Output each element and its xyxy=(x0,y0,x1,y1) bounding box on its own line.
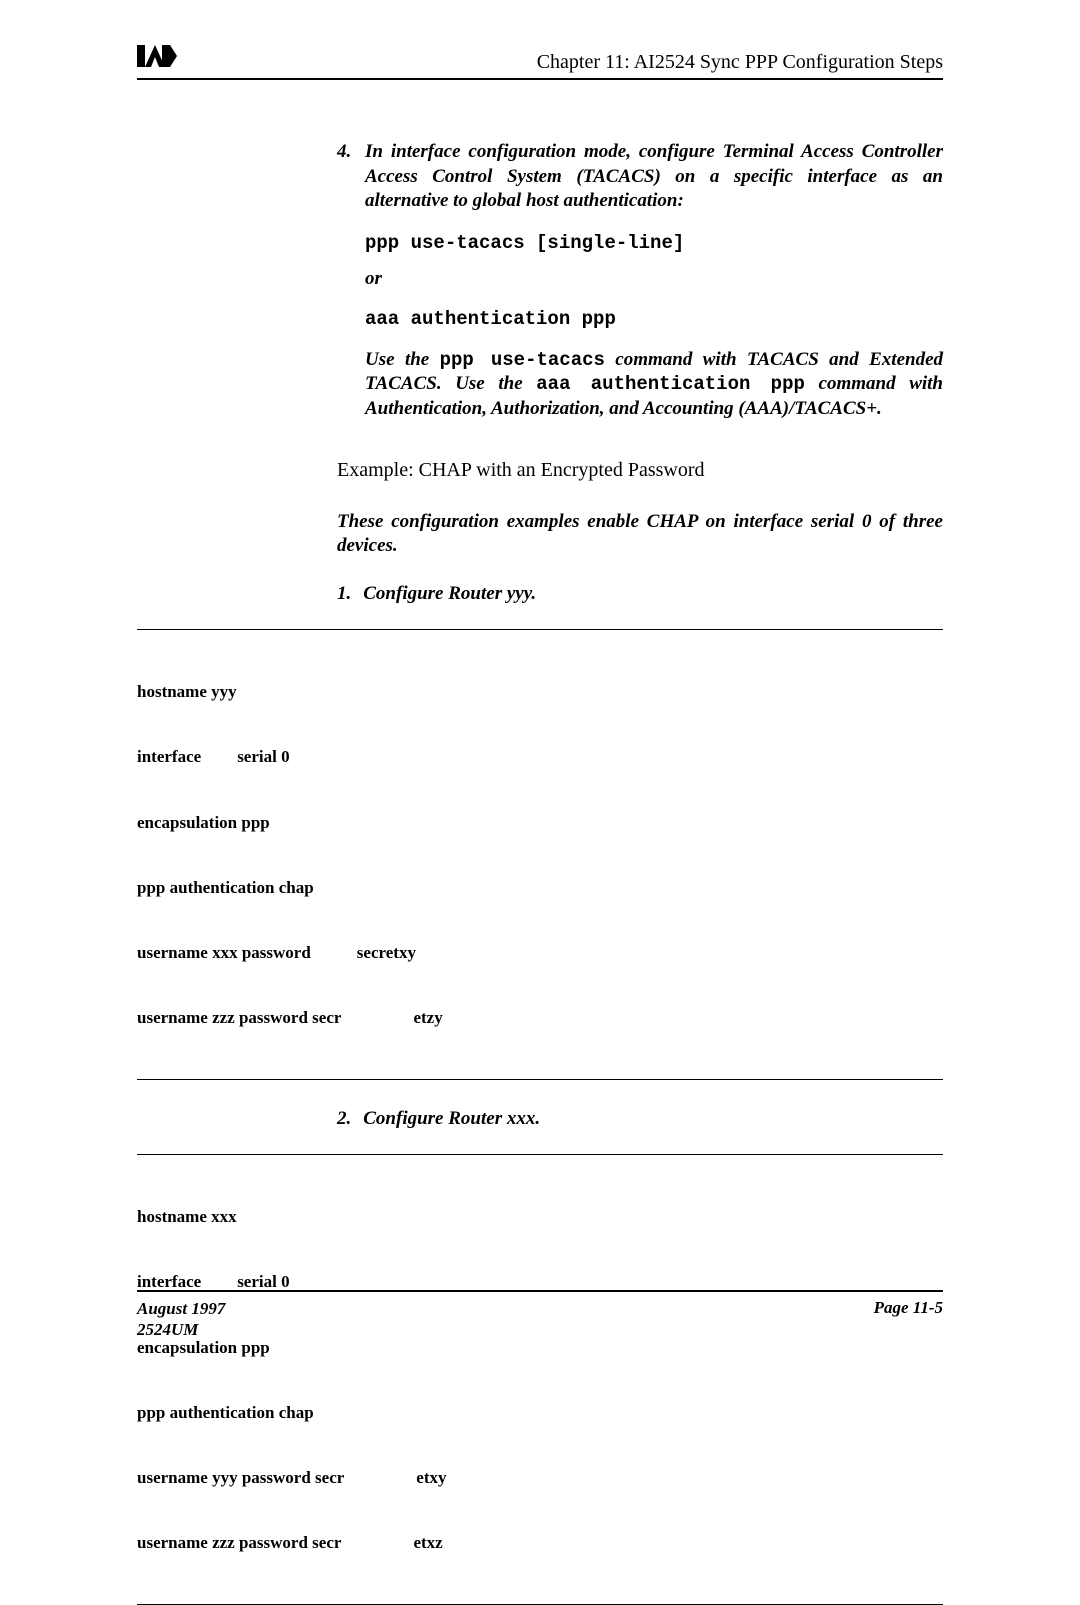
code-token: username yyy password secr xyxy=(137,1468,344,1487)
step-2: 2. Configure Router xxx. xyxy=(337,1108,943,1130)
divider xyxy=(137,1079,943,1080)
code-line: username xxx password secretxy xyxy=(137,942,943,964)
usage-note: Use the ppp use-tacacs command with TACA… xyxy=(365,348,943,421)
code-line: interface serial 0 xyxy=(137,746,943,768)
code-token: etxz xyxy=(413,1533,442,1552)
step-text: Configure Router yyy. xyxy=(363,583,536,605)
command-1: ppp use-tacacs [single-line] xyxy=(365,232,943,254)
or-text: or xyxy=(365,268,943,290)
footer-left: August 1997 2524UM xyxy=(137,1298,225,1341)
page-footer: August 1997 2524UM Page 11-5 xyxy=(137,1290,943,1341)
note-part-1: Use the xyxy=(365,349,440,370)
page-container: Chapter 11: AI2524 Sync PPP Configuratio… xyxy=(137,50,943,1340)
footer-date: August 1997 xyxy=(137,1298,225,1319)
code-block-1: hostname yyy interface serial 0 encapsula… xyxy=(137,638,943,1073)
chapter-title: Chapter 11: AI2524 Sync PPP Configuratio… xyxy=(537,51,943,74)
code-token: username zzz password secr xyxy=(137,1008,341,1027)
step-4: 4. In interface configuration mode, conf… xyxy=(337,140,943,214)
code-token: interface xyxy=(137,747,201,766)
code-line: username yyy password secr etxy xyxy=(137,1467,943,1489)
code-token: username zzz password secr xyxy=(137,1533,341,1552)
code-line: hostname xxx xyxy=(137,1206,943,1228)
step-number: 4. xyxy=(337,140,365,165)
code-block-2: hostname xxx interfaceserial 0 encapsula… xyxy=(137,1163,943,1598)
step-text: In interface configuration mode, configu… xyxy=(365,140,943,214)
example-intro: These configuration examples enable CHAP… xyxy=(337,510,943,559)
code-line: username zzz password secr etxz xyxy=(137,1532,943,1554)
page-header: Chapter 11: AI2524 Sync PPP Configuratio… xyxy=(137,50,943,80)
code-line: ppp authentication chap xyxy=(137,1402,943,1424)
step-text: Configure Router xxx. xyxy=(363,1108,540,1130)
code-token: etzy xyxy=(413,1008,442,1027)
note-mono-2: aaa authentication ppp xyxy=(536,373,805,395)
code-line: username zzz password secr etzy xyxy=(137,1007,943,1029)
divider xyxy=(137,1154,943,1155)
logo-icon xyxy=(137,43,177,74)
code-token: username xxx password xyxy=(137,943,311,962)
example-heading: Example: CHAP with an Encrypted Password xyxy=(337,459,943,482)
step-1: 1. Configure Router yyy. xyxy=(337,583,943,605)
footer-doc: 2524UM xyxy=(137,1319,225,1340)
command-2: aaa authentication ppp xyxy=(365,308,943,330)
code-line: hostname yyy xyxy=(137,681,943,703)
note-mono-1: ppp use-tacacs xyxy=(440,349,605,371)
content-area: 4. In interface configuration mode, conf… xyxy=(337,140,943,1605)
code-line: encapsulation ppp xyxy=(137,812,943,834)
code-line: ppp authentication chap xyxy=(137,877,943,899)
code-token: secretxy xyxy=(357,943,416,962)
step-number: 2. xyxy=(337,1108,351,1129)
step-number: 1. xyxy=(337,583,351,604)
code-token: serial 0 xyxy=(237,747,289,766)
footer-page: Page 11-5 xyxy=(874,1298,943,1341)
code-token: etxy xyxy=(416,1468,446,1487)
divider xyxy=(137,629,943,630)
divider xyxy=(137,1604,943,1605)
